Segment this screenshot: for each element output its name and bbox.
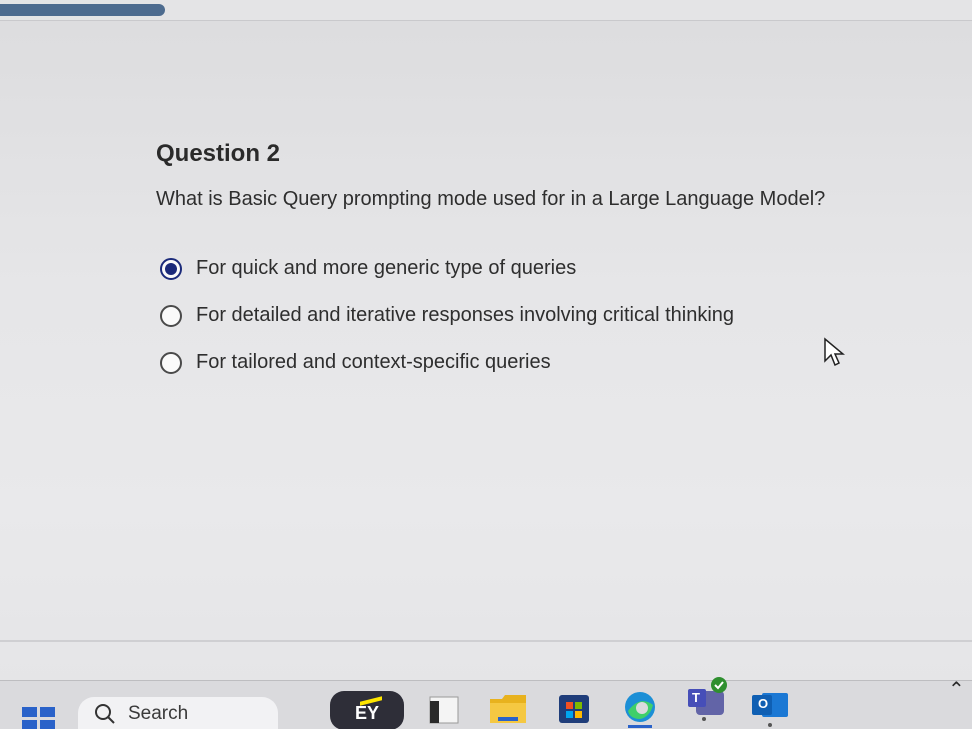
chevron-up-icon[interactable]: ⌃	[948, 677, 965, 702]
mouse-pointer-icon	[824, 337, 845, 367]
ey-app-icon[interactable]: EY	[330, 691, 404, 729]
file-viewer-icon[interactable]	[426, 689, 462, 725]
taskbar-search[interactable]: Search	[78, 697, 278, 729]
answer-option-label: For quick and more generic type of queri…	[196, 257, 577, 279]
outlook-graphic	[752, 693, 788, 727]
file-explorer-icon[interactable]	[488, 689, 528, 725]
progress-bar	[0, 4, 972, 16]
answer-option[interactable]: For tailored and context-specific querie…	[156, 339, 916, 386]
answer-option[interactable]: For quick and more generic type of queri…	[156, 245, 916, 292]
edge-icon[interactable]	[620, 689, 660, 729]
outlook-letter: O	[758, 696, 769, 711]
question-panel: Question 2 What is Basic Query prompting…	[156, 140, 916, 386]
question-title: Question 2	[156, 140, 281, 167]
outlook-icon[interactable]: O	[750, 689, 790, 729]
progress-fill	[0, 4, 166, 16]
windows-start-icon[interactable]	[22, 707, 56, 729]
answer-option-label: For tailored and context-specific querie…	[196, 351, 551, 373]
radio-button[interactable]	[160, 351, 182, 374]
microsoft-store-icon[interactable]	[556, 689, 592, 725]
search-icon	[95, 703, 115, 724]
radio-button-selected[interactable]	[160, 257, 182, 280]
teams-letter: T	[692, 690, 700, 705]
top-bar	[0, 0, 972, 21]
ey-label: EY	[354, 703, 379, 723]
taskbar: Search EY T O ⌃	[0, 677, 972, 729]
teams-icon[interactable]: T	[686, 675, 730, 721]
answer-option[interactable]: For detailed and iterative responses inv…	[156, 292, 916, 339]
answer-option-label: For detailed and iterative responses inv…	[196, 304, 735, 326]
radio-button[interactable]	[160, 304, 182, 327]
radio-dot	[165, 262, 177, 275]
question-text: What is Basic Query prompting mode used …	[156, 188, 826, 210]
answer-options: For quick and more generic type of queri…	[156, 245, 916, 386]
divider	[0, 640, 972, 642]
search-label: Search	[128, 702, 189, 724]
